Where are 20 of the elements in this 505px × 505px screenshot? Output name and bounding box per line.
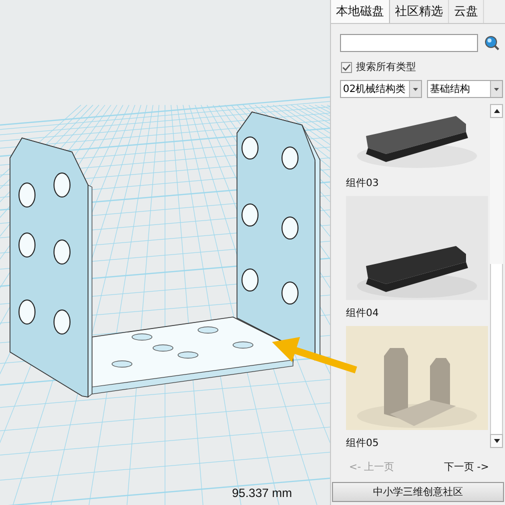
page-link[interactable]: 下一页 -> bbox=[444, 460, 489, 482]
dropdown-arrow-icon bbox=[494, 88, 499, 90]
checkbox[interactable] bbox=[341, 62, 352, 72]
component-label: 组件04 bbox=[346, 307, 380, 320]
down-arrow-icon bbox=[494, 439, 500, 443]
measurement-label: 95.337 mm bbox=[232, 486, 292, 500]
dropdown-arrow-icon bbox=[413, 88, 418, 90]
scroll-thumb[interactable] bbox=[490, 264, 503, 434]
component-label: 组件05 bbox=[346, 437, 380, 448]
search-field[interactable] bbox=[340, 34, 478, 52]
scroll-up-button[interactable] bbox=[490, 104, 503, 118]
up-arrow-icon bbox=[494, 109, 500, 113]
checkbox-label: 搜索所有类型 bbox=[356, 60, 416, 74]
search-icon[interactable] bbox=[484, 35, 500, 51]
scroll-down-button[interactable] bbox=[490, 434, 503, 448]
category-dropdown[interactable]: 基础结构 bbox=[427, 80, 503, 98]
component-label: 组件03 bbox=[346, 177, 380, 190]
panel-tab[interactable]: 本地磁盘 bbox=[331, 0, 390, 23]
community-button[interactable]: 中小学三维创意社区 bbox=[332, 482, 504, 502]
category-dropdown[interactable]: 02机械结构类 bbox=[340, 80, 422, 98]
